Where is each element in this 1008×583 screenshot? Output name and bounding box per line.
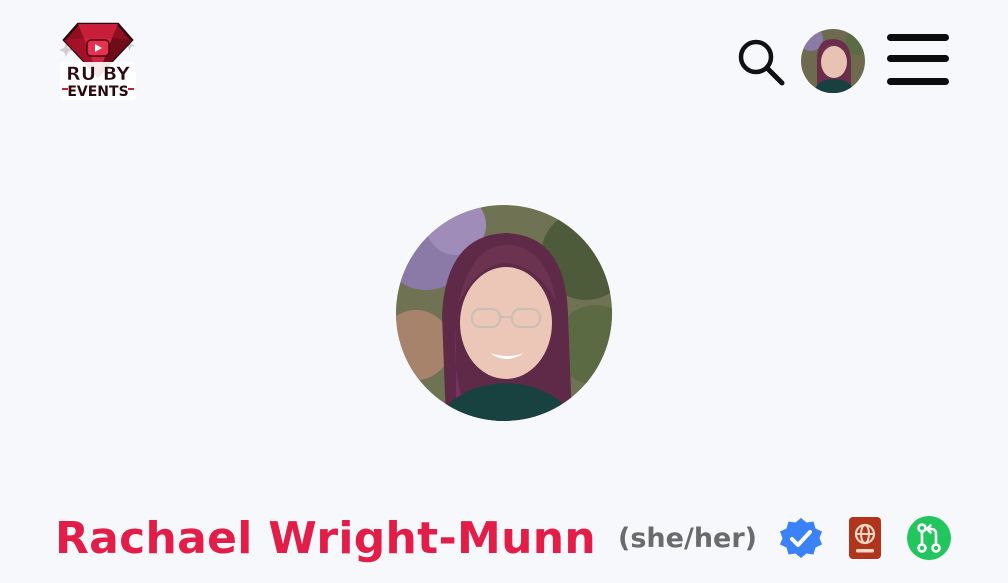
logo-text-ruby: RU BY: [66, 63, 130, 85]
hamburger-menu-button[interactable]: [884, 31, 952, 91]
search-icon: [738, 39, 785, 86]
menu-bar-bottom: [887, 78, 949, 85]
profile-pronouns: (she/her): [618, 522, 758, 554]
search-button[interactable]: [734, 35, 788, 89]
profile-name: Rachael Wright-Munn: [54, 512, 597, 564]
profile-header: Rachael Wright-Munn (she/her): [0, 505, 1008, 571]
profile-photo: [396, 205, 612, 421]
menu-bar-middle: [887, 55, 949, 62]
menu-bar-top: [887, 34, 949, 41]
git-pull-request-icon[interactable]: [905, 514, 953, 562]
logo-text-events: EVENTS: [67, 84, 128, 100]
site-header: RU BY EVENTS: [0, 0, 1008, 125]
user-avatar[interactable]: [801, 29, 865, 93]
passport-icon[interactable]: [841, 514, 889, 562]
avatar-photo: [801, 29, 865, 93]
verified-badge-icon[interactable]: [777, 514, 825, 562]
ruby-events-logo[interactable]: RU BY EVENTS: [56, 18, 140, 104]
ruby-gem-icon: RU BY EVENTS: [59, 22, 136, 100]
profile-avatar: [396, 205, 612, 421]
